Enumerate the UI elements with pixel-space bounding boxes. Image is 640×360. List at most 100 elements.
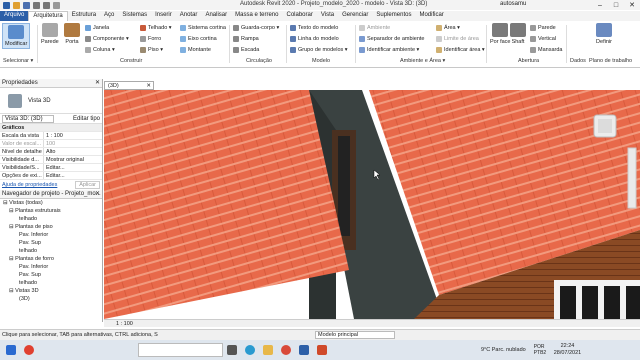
- tree-item[interactable]: Pav. Sup: [3, 239, 102, 247]
- revit-logo-icon[interactable]: [3, 1, 10, 9]
- guarda-corpo-button[interactable]: Guarda-corpo ▾: [233, 25, 279, 31]
- taskbar-search[interactable]: [138, 343, 223, 357]
- model-selector[interactable]: Modelo principal: [315, 331, 395, 339]
- tab-gerenciar[interactable]: Gerenciar: [338, 11, 372, 21]
- grupo-modelos-button[interactable]: Grupo de modelos ▾: [290, 47, 348, 53]
- tab-sistemas[interactable]: Sistemas: [118, 11, 151, 21]
- powerpoint-icon[interactable]: [317, 345, 327, 355]
- tab-vista[interactable]: Vista: [317, 11, 338, 21]
- tree-item[interactable]: Pav. Inferior: [3, 263, 102, 271]
- tree-item[interactable]: telhado: [3, 279, 102, 287]
- sistema-cortina-button[interactable]: Sistema cortina: [180, 25, 226, 31]
- clock-date[interactable]: 28/07/2021: [554, 350, 582, 357]
- por-face-button[interactable]: Por face: [490, 23, 510, 45]
- close-icon[interactable]: ✕: [624, 0, 640, 10]
- tree-item[interactable]: telhado: [3, 215, 102, 223]
- rampa-button[interactable]: Rampa: [233, 36, 259, 42]
- janela-button[interactable]: Janela: [85, 25, 109, 31]
- undo-icon[interactable]: [33, 1, 40, 9]
- tab-modificar[interactable]: Modificar: [415, 11, 447, 21]
- tab-arquivo[interactable]: Arquivo: [0, 11, 29, 21]
- user-name[interactable]: autosamu: [500, 1, 526, 7]
- tab-anotar[interactable]: Anotar: [176, 11, 202, 21]
- eixo-cortina-button[interactable]: Eixo cortina: [180, 36, 217, 42]
- tab-analisar[interactable]: Analisar: [201, 11, 231, 21]
- prop-row[interactable]: Nível de detalhe Alto: [0, 148, 102, 156]
- save-icon[interactable]: [23, 1, 30, 9]
- language-indicator[interactable]: POR PTB2: [534, 344, 550, 356]
- mansarda-button[interactable]: Mansarda: [530, 47, 562, 53]
- file-explorer-icon[interactable]: [263, 345, 273, 355]
- tab-aco[interactable]: Aço: [100, 11, 118, 21]
- separador-ambiente-button[interactable]: Separador de ambiente: [359, 36, 424, 42]
- vertical-button[interactable]: Vertical: [530, 36, 556, 42]
- clock-time[interactable]: 22:24: [561, 343, 575, 350]
- prop-row[interactable]: Visibilidade/S... Editar...: [0, 164, 102, 172]
- tab-arquitetura[interactable]: Arquitetura: [28, 11, 68, 21]
- forro-button[interactable]: Forro: [140, 36, 161, 42]
- tab-massa[interactable]: Massa e terreno: [231, 11, 282, 21]
- identificar-area-button[interactable]: Identificar área ▾: [436, 47, 485, 53]
- identificar-ambiente-button[interactable]: Identificar ambiente ▾: [359, 47, 419, 53]
- tree-item[interactable]: Pav. Inferior: [3, 231, 102, 239]
- prop-row[interactable]: Opções de exi... Editar...: [0, 172, 102, 180]
- instance-selector[interactable]: Vista 3D: (3D): [2, 114, 54, 123]
- tab-colaborar[interactable]: Colaborar: [282, 11, 316, 21]
- chrome-icon[interactable]: [281, 345, 291, 355]
- close-icon[interactable]: ✕: [95, 190, 100, 199]
- record-icon[interactable]: [24, 345, 34, 355]
- tree-item[interactable]: ⊟ Plantas de forro: [3, 255, 102, 263]
- tree-item[interactable]: (3D): [3, 295, 102, 303]
- close-icon[interactable]: ✕: [146, 82, 151, 90]
- prop-row[interactable]: Visibilidade d... Mostrar original: [0, 156, 102, 164]
- aplicar-button[interactable]: Aplicar: [75, 181, 100, 189]
- montante-button[interactable]: Montante: [180, 47, 211, 53]
- prop-row[interactable]: Escala da vista 1 : 100: [0, 132, 102, 140]
- type-selector[interactable]: Vista 3D: [0, 88, 102, 114]
- escada-button[interactable]: Escada: [233, 47, 259, 53]
- ambiente-button[interactable]: Ambiente: [359, 25, 390, 31]
- linha-modelo-button[interactable]: Linha do modelo: [290, 36, 339, 42]
- componente-button[interactable]: Componente ▾: [85, 36, 129, 42]
- 3d-viewport[interactable]: [104, 90, 640, 319]
- close-icon[interactable]: ✕: [95, 79, 100, 88]
- telhado-button[interactable]: Telhado ▾: [140, 25, 172, 31]
- properties-help-link[interactable]: Ajuda de propriedades: [2, 182, 57, 188]
- tree-item[interactable]: telhado: [3, 247, 102, 255]
- limite-area-button[interactable]: Limite de área: [436, 36, 479, 42]
- texto-modelo-button[interactable]: Texto do modelo: [290, 25, 338, 31]
- task-view-icon[interactable]: [227, 345, 237, 355]
- maximize-icon[interactable]: □: [608, 0, 624, 10]
- area-button[interactable]: Área ▾: [436, 25, 460, 31]
- porta-button[interactable]: Porta: [64, 23, 80, 45]
- minimize-icon[interactable]: –: [592, 0, 608, 10]
- edge-icon[interactable]: [245, 345, 255, 355]
- tree-item[interactable]: ⊟ Vistas (todas): [3, 199, 102, 207]
- modificar-button[interactable]: Modificar: [2, 23, 31, 49]
- selecionar-label[interactable]: Selecionar ▾: [3, 58, 33, 64]
- abertura-parede-button[interactable]: Parede: [530, 25, 556, 31]
- windows-start-icon[interactable]: [6, 345, 16, 355]
- view-scale[interactable]: 1 : 100: [116, 321, 133, 327]
- status-bar: Clique para selecionar, TAB para alterna…: [0, 329, 640, 340]
- tree-item[interactable]: ⊟ Vistas 3D: [3, 287, 102, 295]
- tab-inserir[interactable]: Inserir: [151, 11, 176, 21]
- tree-item[interactable]: ⊟ Plantas de piso: [3, 223, 102, 231]
- redo-icon[interactable]: [43, 1, 50, 9]
- tree-item[interactable]: ⊟ Plantas estruturais: [3, 207, 102, 215]
- weather-text[interactable]: 9°C Parc. nublado: [481, 347, 526, 353]
- definir-button[interactable]: Definir: [596, 23, 612, 45]
- piso-button[interactable]: Piso ▾: [140, 47, 163, 53]
- print-icon[interactable]: [53, 1, 60, 9]
- tab-estrutura[interactable]: Estrutura: [68, 11, 100, 21]
- coluna-button[interactable]: Coluna ▾: [85, 47, 115, 53]
- tree-item[interactable]: Pav. Sup: [3, 271, 102, 279]
- editar-tipo-button[interactable]: Editar tipo: [73, 116, 100, 122]
- revit-icon[interactable]: [299, 345, 309, 355]
- prop-row[interactable]: Valor de escal... 100: [0, 140, 102, 148]
- open-icon[interactable]: [13, 1, 20, 9]
- shaft-button[interactable]: Shaft: [510, 23, 526, 45]
- parede-button[interactable]: Parede: [41, 23, 59, 45]
- view-tab-3d[interactable]: (3D) ✕: [104, 81, 154, 90]
- tab-suplementos[interactable]: Suplementos: [372, 11, 415, 21]
